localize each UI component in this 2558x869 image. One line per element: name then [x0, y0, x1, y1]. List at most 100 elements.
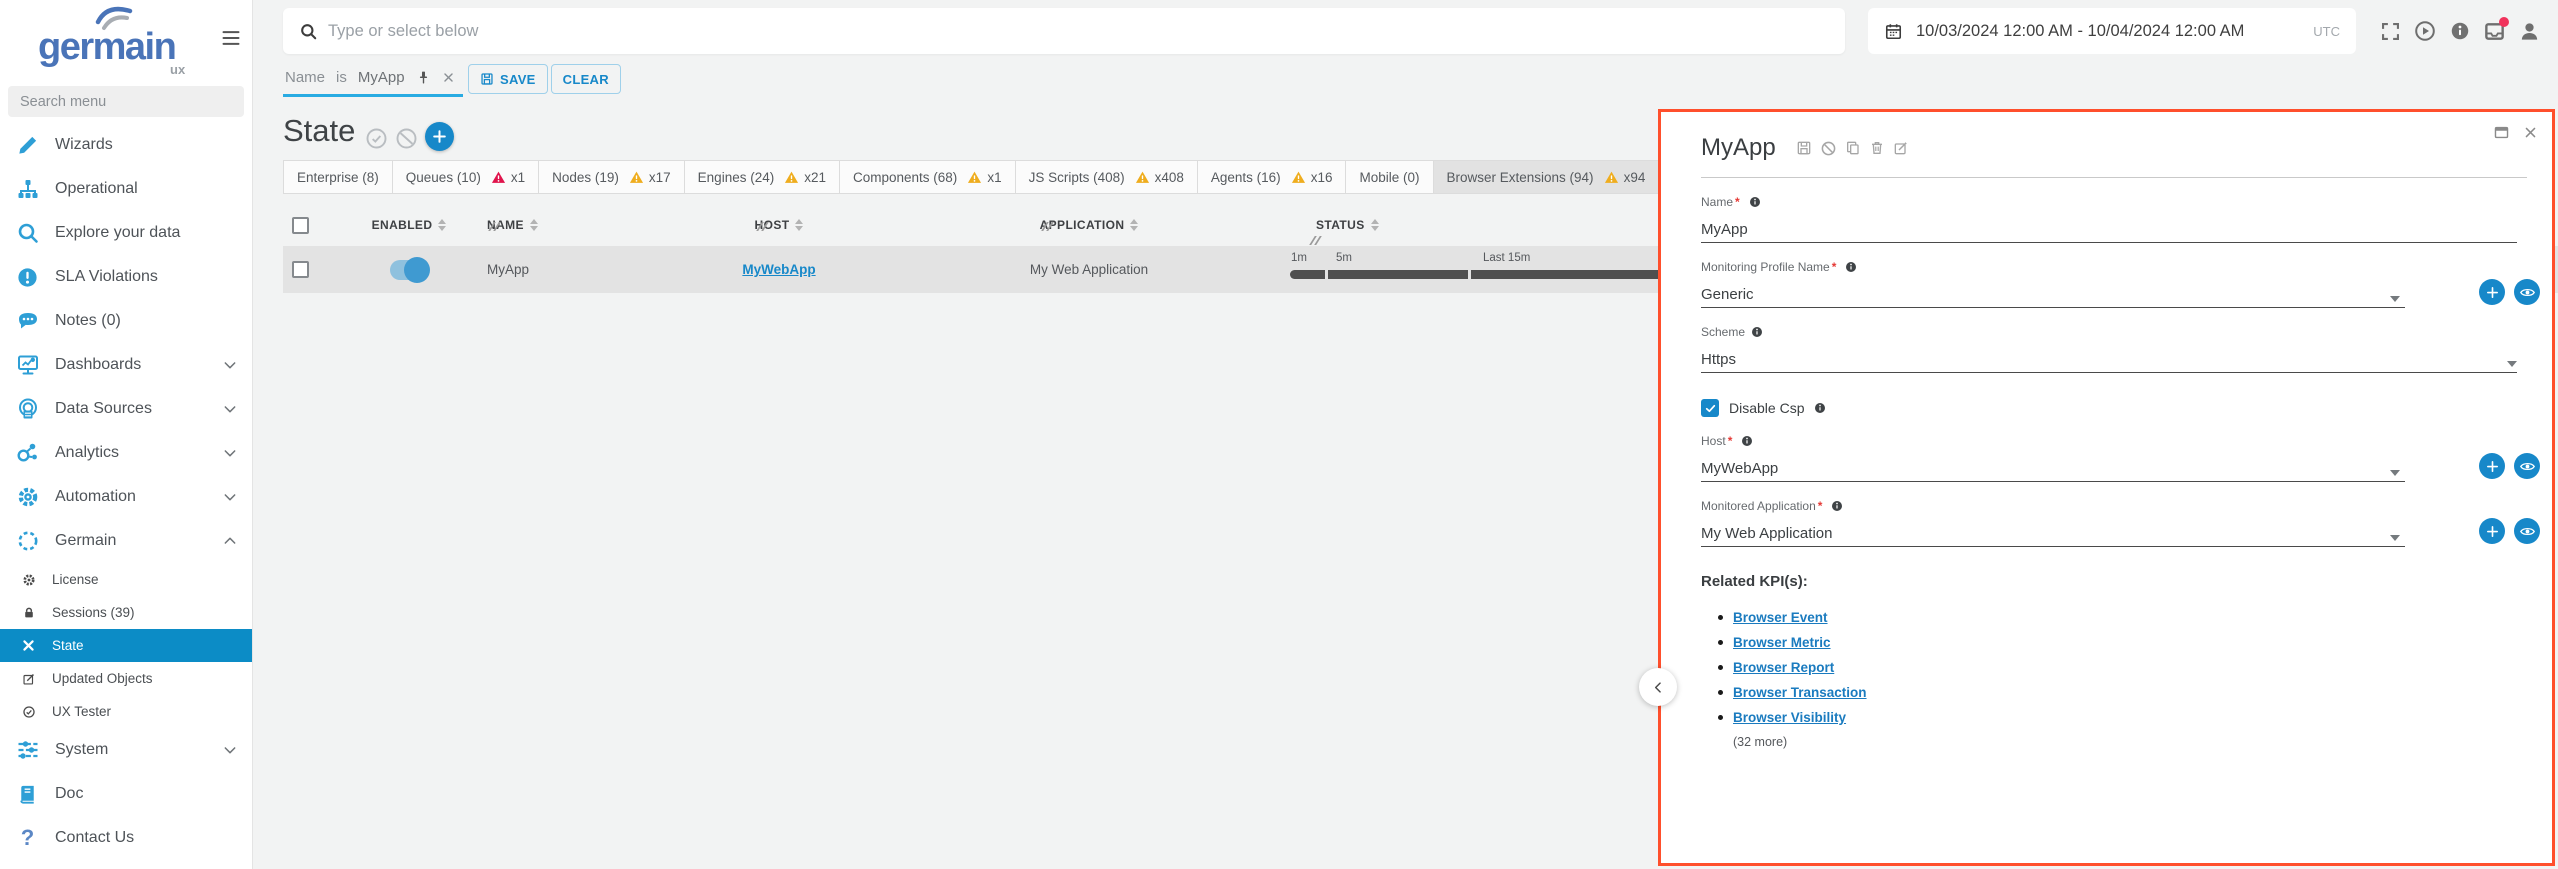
- info-icon[interactable]: [2449, 20, 2471, 42]
- add-button[interactable]: [425, 122, 454, 151]
- sidebar-item-explore[interactable]: Explore your data: [0, 211, 252, 255]
- close-icon[interactable]: [2523, 125, 2538, 140]
- resize-grip[interactable]: [488, 222, 500, 231]
- book-icon: [15, 782, 40, 807]
- sidebar-item-notes[interactable]: Notes (0): [0, 299, 252, 343]
- enable-all-icon[interactable]: [365, 127, 388, 150]
- view-profile-button[interactable]: [2514, 279, 2540, 305]
- sidebar-item-dashboards[interactable]: Dashboards: [0, 343, 252, 387]
- column-header-application[interactable]: APPLICATION: [1040, 218, 1139, 232]
- disable-csp-checkbox[interactable]: [1701, 399, 1719, 417]
- tab-enterprise[interactable]: Enterprise (8): [283, 160, 393, 194]
- sidebar-search[interactable]: [8, 86, 244, 117]
- disable-icon[interactable]: [1820, 140, 1837, 157]
- kpi-link-browser-transaction[interactable]: Browser Transaction: [1733, 685, 1867, 700]
- host-link[interactable]: MyWebApp: [742, 262, 815, 277]
- date-range-picker[interactable]: 10/03/2024 12:00 AM - 10/04/2024 12:00 A…: [1868, 8, 2356, 54]
- panel-collapse-handle[interactable]: [1639, 668, 1677, 706]
- popout-icon[interactable]: [2493, 124, 2510, 141]
- edit-icon[interactable]: [1893, 140, 1909, 157]
- copy-icon[interactable]: [1845, 140, 1861, 157]
- clear-button[interactable]: CLEAR: [551, 64, 621, 94]
- chevron-down-icon: [222, 357, 238, 373]
- field-underline: [1701, 372, 2517, 373]
- dropdown-caret-icon[interactable]: [2390, 296, 2400, 302]
- tab-js-scripts[interactable]: JS Scripts (408)x408: [1016, 160, 1198, 194]
- global-search[interactable]: [283, 8, 1845, 54]
- sidebar-item-operational[interactable]: Operational: [0, 167, 252, 211]
- info-icon[interactable]: [1814, 402, 1826, 414]
- user-icon[interactable]: [2518, 20, 2541, 43]
- sidebar-item-analytics[interactable]: Analytics: [0, 431, 252, 475]
- sidebar-item-updated-objects[interactable]: Updated Objects: [0, 662, 252, 695]
- notifications-icon[interactable]: [2483, 20, 2506, 43]
- tab-components[interactable]: Components (68)x1: [840, 160, 1016, 194]
- dropdown-caret-icon[interactable]: [2390, 470, 2400, 476]
- view-host-button[interactable]: [2514, 453, 2540, 479]
- sidebar-item-ux-tester[interactable]: UX Tester: [0, 695, 252, 728]
- kpi-link-browser-metric[interactable]: Browser Metric: [1733, 635, 1831, 650]
- sidebar-item-license[interactable]: License: [0, 563, 252, 596]
- sidebar-item-doc[interactable]: Doc: [0, 772, 252, 816]
- info-icon[interactable]: [1751, 326, 1763, 338]
- sidebar-item-sessions[interactable]: Sessions (39): [0, 596, 252, 629]
- column-header-enabled[interactable]: ENABLED: [372, 218, 447, 232]
- tab-nodes[interactable]: Nodes (19)x17: [539, 160, 685, 194]
- sidebar-item-contact-us[interactable]: ? Contact Us: [0, 816, 252, 860]
- hamburger-icon[interactable]: [220, 28, 242, 48]
- pin-icon[interactable]: [416, 70, 431, 85]
- save-icon[interactable]: [1796, 140, 1812, 157]
- dropdown-caret-icon[interactable]: [2390, 535, 2400, 541]
- info-icon[interactable]: [1749, 196, 1761, 208]
- dropdown-caret-icon[interactable]: [2507, 361, 2517, 367]
- play-icon[interactable]: [2413, 19, 2437, 43]
- disable-all-icon[interactable]: [395, 127, 418, 150]
- sidebar-item-sla-violations[interactable]: SLA Violations: [0, 255, 252, 299]
- resize-grip[interactable]: [1041, 222, 1053, 231]
- status-segment-1m[interactable]: [1290, 270, 1325, 279]
- sidebar-item-state[interactable]: State: [0, 629, 252, 662]
- global-search-input[interactable]: [328, 22, 1829, 41]
- column-header-name[interactable]: NAME: [487, 218, 538, 232]
- analytics-icon: [15, 441, 40, 466]
- sidebar-item-label: Updated Objects: [52, 671, 153, 686]
- add-application-button[interactable]: [2479, 518, 2505, 544]
- add-host-button[interactable]: [2479, 453, 2505, 479]
- field-value[interactable]: Https: [1701, 348, 2517, 370]
- sidebar-item-data-sources[interactable]: Data Sources: [0, 387, 252, 431]
- sidebar-item-wizards[interactable]: Wizards: [0, 123, 252, 167]
- row-checkbox[interactable]: [292, 261, 309, 278]
- tab-agents[interactable]: Agents (16)x16: [1198, 160, 1347, 194]
- filter-chip[interactable]: Name is MyApp: [283, 62, 463, 97]
- warn-count: x16: [1311, 170, 1333, 185]
- info-icon[interactable]: [1845, 261, 1857, 273]
- kpi-link-browser-visibility[interactable]: Browser Visibility: [1733, 710, 1846, 725]
- tab-queues[interactable]: Queues (10)x1: [393, 160, 539, 194]
- enabled-toggle[interactable]: [390, 260, 428, 280]
- column-header-host[interactable]: HOST: [755, 218, 804, 232]
- remove-filter-icon[interactable]: [442, 71, 455, 84]
- kpi-link-browser-report[interactable]: Browser Report: [1733, 660, 1834, 675]
- resize-grip[interactable]: [1309, 236, 1321, 245]
- sidebar-item-system[interactable]: System: [0, 728, 252, 772]
- save-button[interactable]: SAVE: [468, 64, 548, 94]
- tab-engines[interactable]: Engines (24)x21: [685, 160, 840, 194]
- resize-grip[interactable]: [756, 222, 768, 231]
- tab-browser-extensions[interactable]: Browser Extensions (94)x94: [1434, 160, 1660, 194]
- view-application-button[interactable]: [2514, 518, 2540, 544]
- sidebar-item-label: System: [55, 741, 108, 759]
- fullscreen-icon[interactable]: [2380, 21, 2401, 42]
- sidebar-item-germain[interactable]: Germain: [0, 519, 252, 563]
- delete-icon[interactable]: [1869, 140, 1885, 157]
- field-value[interactable]: MyApp: [1701, 218, 2517, 240]
- sidebar-item-automation[interactable]: Automation: [0, 475, 252, 519]
- divider: [1701, 177, 2527, 178]
- tab-mobile[interactable]: Mobile (0): [1346, 160, 1433, 194]
- status-segment-5m[interactable]: [1328, 270, 1468, 279]
- sidebar-search-input[interactable]: [8, 94, 244, 110]
- select-all-checkbox[interactable]: [292, 217, 309, 234]
- info-icon[interactable]: [1831, 500, 1843, 512]
- add-profile-button[interactable]: [2479, 279, 2505, 305]
- kpi-link-browser-event[interactable]: Browser Event: [1733, 610, 1828, 625]
- info-icon[interactable]: [1741, 435, 1753, 447]
